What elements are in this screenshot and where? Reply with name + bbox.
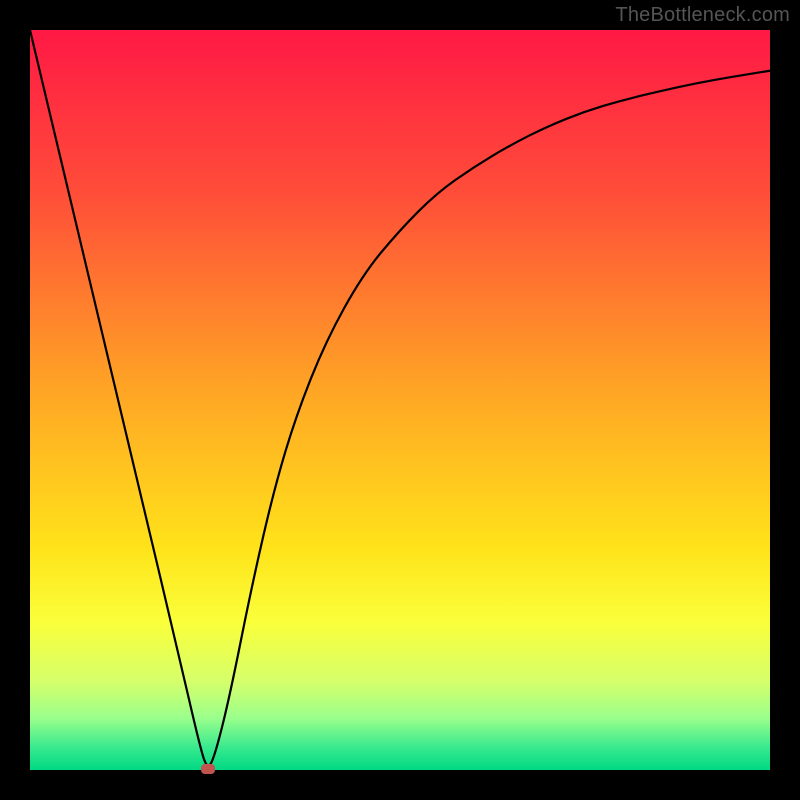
bottleneck-plot	[30, 30, 770, 770]
gradient-background	[30, 30, 770, 770]
chart-frame: TheBottleneck.com	[0, 0, 800, 800]
watermark-text: TheBottleneck.com	[615, 4, 790, 27]
optimal-marker	[201, 764, 215, 774]
